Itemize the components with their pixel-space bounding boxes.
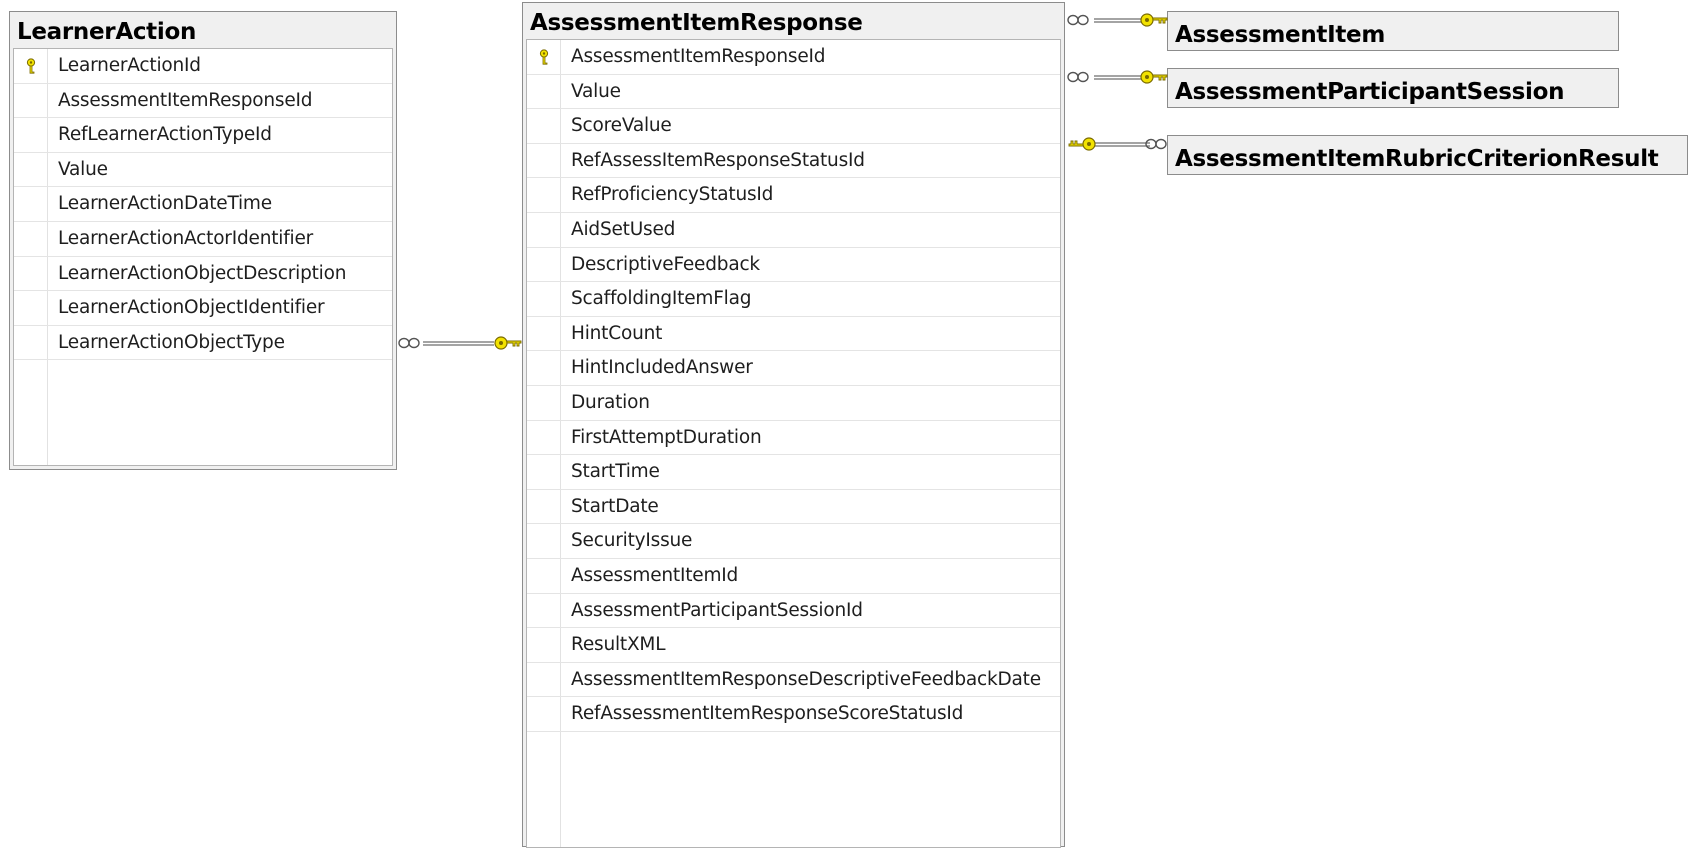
column-name: AssessmentParticipantSessionId bbox=[571, 599, 863, 621]
column-name: ScaffoldingItemFlag bbox=[571, 288, 752, 310]
column-row[interactable]: HintIncludedAnswer bbox=[527, 351, 1060, 386]
table-title: AssessmentItem bbox=[1175, 22, 1386, 48]
column-row[interactable]: AssessmentItemResponseId bbox=[527, 40, 1060, 75]
column-row[interactable]: ScaffoldingItemFlag bbox=[527, 282, 1060, 317]
table-assessment-item-rubric-criterion-result[interactable]: AssessmentItemRubricCriterionResult bbox=[1167, 135, 1688, 175]
column-row[interactable]: LearnerActionObjectIdentifier bbox=[14, 291, 392, 326]
column-row[interactable]: LearnerActionId bbox=[14, 49, 392, 84]
table-title: LearnerAction bbox=[17, 19, 197, 45]
table-title: AssessmentItemResponse bbox=[530, 10, 863, 36]
column-row[interactable]: LearnerActionObjectDescription bbox=[14, 257, 392, 292]
column-name: RefLearnerActionTypeId bbox=[58, 124, 272, 146]
column-row[interactable]: RefAssessmentItemResponseScoreStatusId bbox=[527, 697, 1060, 732]
column-name: ScoreValue bbox=[571, 115, 672, 137]
column-row[interactable]: RefLearnerActionTypeId bbox=[14, 118, 392, 153]
column-row[interactable]: DescriptiveFeedback bbox=[527, 248, 1060, 283]
infinity-icon bbox=[1067, 14, 1089, 26]
column-row[interactable]: AssessmentItemResponseDescriptiveFeedbac… bbox=[527, 663, 1060, 698]
column-row[interactable]: StartDate bbox=[527, 490, 1060, 525]
table-title: AssessmentParticipantSession bbox=[1175, 79, 1565, 105]
key-icon bbox=[494, 336, 522, 350]
column-name: Value bbox=[58, 158, 108, 180]
column-name: Value bbox=[571, 80, 621, 102]
key-icon bbox=[539, 49, 549, 65]
column-name: DescriptiveFeedback bbox=[571, 253, 760, 275]
column-name: LearnerActionDateTime bbox=[58, 193, 272, 215]
column-row[interactable]: HintCount bbox=[527, 317, 1060, 352]
column-name: LearnerActionObjectType bbox=[58, 331, 285, 353]
relationship-learneraction-assessmentitemresponse[interactable] bbox=[398, 336, 522, 350]
column-list: AssessmentItemResponseId Value ScoreValue R… bbox=[526, 39, 1061, 848]
column-row[interactable]: FirstAttemptDuration bbox=[527, 421, 1060, 456]
key-icon bbox=[26, 58, 36, 74]
column-row[interactable]: AidSetUsed bbox=[527, 213, 1060, 248]
column-row[interactable]: AssessmentParticipantSessionId bbox=[527, 594, 1060, 629]
column-row[interactable]: ScoreValue bbox=[527, 109, 1060, 144]
column-name: SecurityIssue bbox=[571, 530, 693, 552]
infinity-icon bbox=[1067, 71, 1089, 83]
column-name: StartDate bbox=[571, 495, 659, 517]
column-name: AidSetUsed bbox=[571, 218, 676, 240]
column-row[interactable]: AssessmentItemResponseId bbox=[14, 84, 392, 119]
column-row[interactable]: LearnerActionActorIdentifier bbox=[14, 222, 392, 257]
column-name: LearnerActionObjectDescription bbox=[58, 262, 347, 284]
relationship-assessmentitemresponse-assessmentparticipantsession[interactable] bbox=[1067, 70, 1168, 84]
infinity-icon bbox=[398, 337, 420, 349]
table-assessment-participant-session[interactable]: AssessmentParticipantSession bbox=[1167, 68, 1619, 108]
column-list: LearnerActionId AssessmentItemResponseId R… bbox=[13, 48, 393, 466]
column-row[interactable]: StartTime bbox=[527, 455, 1060, 490]
column-name: ResultXML bbox=[571, 634, 666, 656]
column-name: LearnerActionId bbox=[58, 55, 201, 76]
column-name: RefProficiencyStatusId bbox=[571, 184, 774, 206]
column-name: AssessmentItemResponseDescriptiveFeedbac… bbox=[571, 668, 1041, 690]
table-title: AssessmentItemRubricCriterionResult bbox=[1175, 146, 1659, 172]
infinity-icon bbox=[1145, 138, 1167, 150]
key-icon bbox=[1140, 70, 1168, 84]
column-name: FirstAttemptDuration bbox=[571, 426, 762, 448]
column-name: LearnerActionActorIdentifier bbox=[58, 227, 314, 249]
column-name: HintIncludedAnswer bbox=[571, 357, 753, 379]
column-row[interactable]: ResultXML bbox=[527, 628, 1060, 663]
column-name: Duration bbox=[571, 391, 650, 413]
column-row[interactable]: RefProficiencyStatusId bbox=[527, 178, 1060, 213]
column-row[interactable]: LearnerActionObjectType bbox=[14, 326, 392, 361]
table-assessment-item-response[interactable]: AssessmentItemResponse AssessmentItemRes… bbox=[522, 2, 1065, 848]
key-icon bbox=[1068, 137, 1096, 151]
table-learner-action[interactable]: LearnerAction LearnerActionId AssessmentI… bbox=[9, 11, 397, 470]
column-row[interactable]: Value bbox=[527, 75, 1060, 110]
column-name: AssessmentItemResponseId bbox=[571, 46, 826, 67]
column-row[interactable]: AssessmentItemId bbox=[527, 559, 1060, 594]
column-name: AssessmentItemId bbox=[571, 564, 739, 586]
column-name: StartTime bbox=[571, 461, 660, 483]
column-row[interactable]: RefAssessItemResponseStatusId bbox=[527, 144, 1060, 179]
column-row[interactable]: LearnerActionDateTime bbox=[14, 187, 392, 222]
column-row[interactable]: Duration bbox=[527, 386, 1060, 421]
table-assessment-item[interactable]: AssessmentItem bbox=[1167, 11, 1619, 51]
column-name: RefAssessItemResponseStatusId bbox=[571, 149, 865, 171]
column-name: AssessmentItemResponseId bbox=[58, 89, 313, 111]
column-row[interactable]: SecurityIssue bbox=[527, 524, 1060, 559]
relationship-rubriccriterionresult-assessmentitemresponse[interactable] bbox=[1068, 137, 1167, 151]
column-row[interactable]: Value bbox=[14, 153, 392, 188]
relationship-assessmentitemresponse-assessmentitem[interactable] bbox=[1067, 13, 1168, 27]
key-icon bbox=[1140, 13, 1168, 27]
column-name: RefAssessmentItemResponseScoreStatusId bbox=[571, 703, 964, 725]
column-name: LearnerActionObjectIdentifier bbox=[58, 297, 325, 319]
column-name: HintCount bbox=[571, 322, 663, 344]
